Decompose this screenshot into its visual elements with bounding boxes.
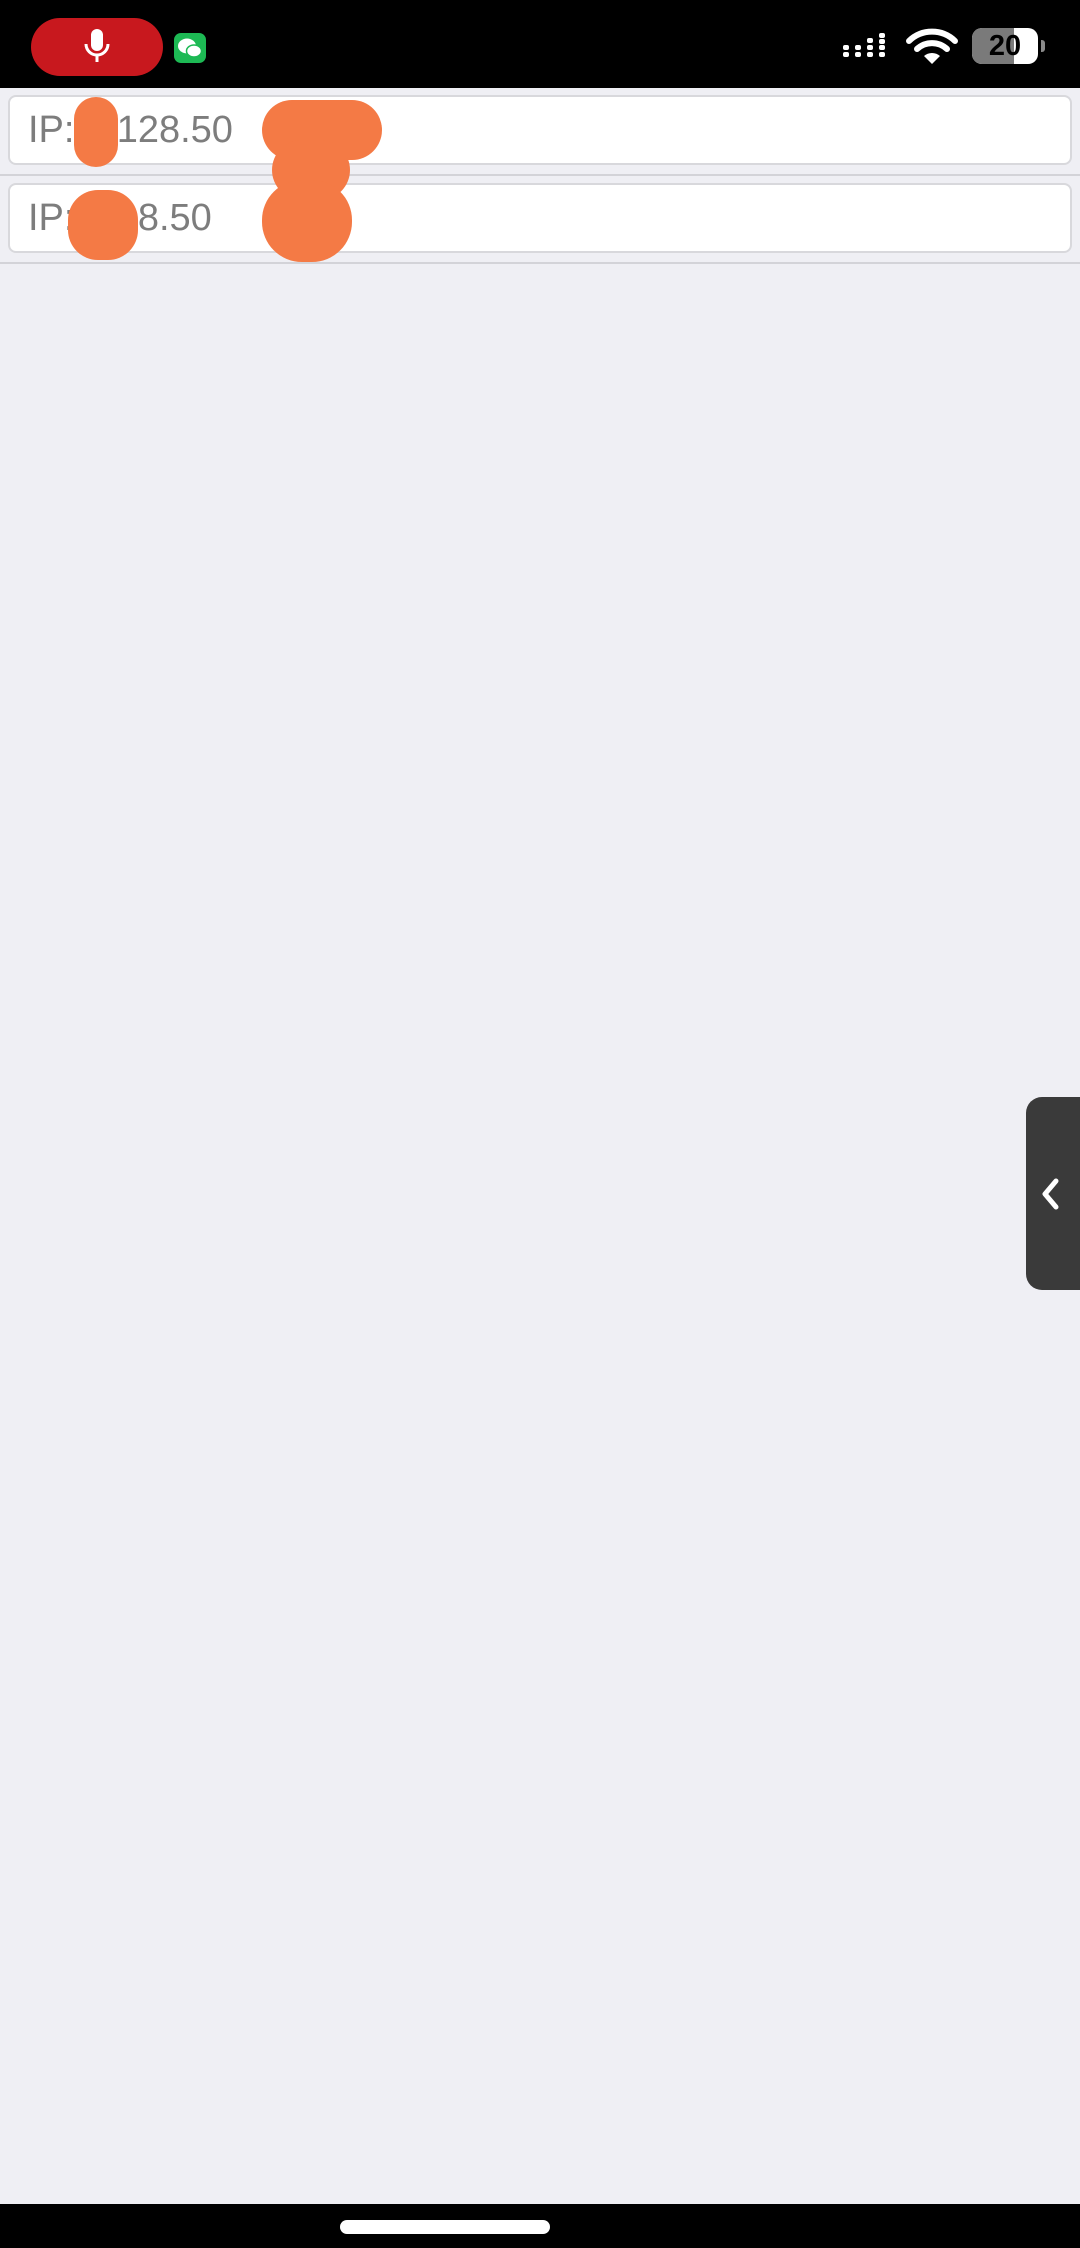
wechat-notification-icon (174, 33, 206, 63)
ip-address-text: IP: 9.128.50 (28, 109, 233, 151)
wifi-icon (906, 28, 958, 64)
ip-list-item[interactable]: IP: 9.128.50 (0, 88, 1080, 176)
battery-cap (1041, 40, 1045, 52)
ip-list: IP: 9.128.50 IP: .128.50 (0, 88, 1080, 264)
ip-field-1[interactable]: IP: 9.128.50 (8, 95, 1072, 165)
battery-indicator: 20 (972, 28, 1038, 64)
redaction-mark (68, 190, 138, 260)
bottom-bar (0, 2204, 1080, 2248)
ip-list-item[interactable]: IP: .128.50 (0, 176, 1080, 264)
cellular-signal-icon (843, 33, 885, 57)
side-drawer-handle[interactable] (1026, 1097, 1080, 1290)
microphone-recording-indicator[interactable] (31, 18, 163, 76)
status-bar: 20 (0, 0, 1080, 88)
home-indicator[interactable] (340, 2220, 550, 2234)
ip-field-2[interactable]: IP: .128.50 (8, 183, 1072, 253)
battery-percent: 20 (988, 30, 1022, 62)
chevron-left-icon (1042, 1178, 1059, 1210)
redaction-mark (74, 97, 118, 167)
microphone-icon (84, 29, 110, 62)
redaction-mark (262, 180, 352, 262)
